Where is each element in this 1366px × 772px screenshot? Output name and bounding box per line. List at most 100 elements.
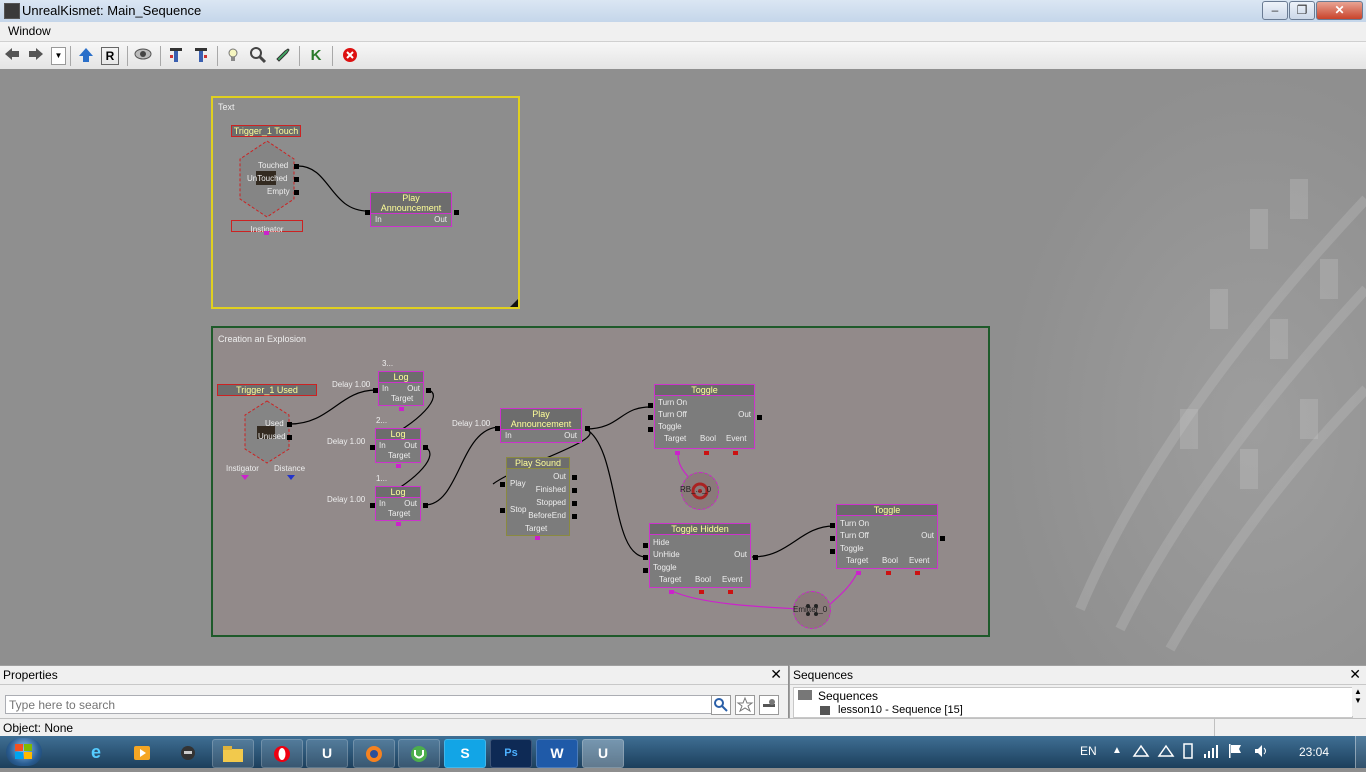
parent-sequence-icon[interactable] [76, 46, 96, 66]
play-announcement-node-1[interactable]: Play Announcement In Out [370, 192, 452, 227]
toggle-hidden-node[interactable]: Toggle Hidden Hide UnHide Toggle Out Tar… [649, 523, 751, 588]
input-port[interactable] [370, 503, 375, 508]
game-icon[interactable] [168, 739, 208, 766]
input-port[interactable] [365, 210, 370, 215]
input-port[interactable] [643, 555, 648, 560]
input-port[interactable] [370, 445, 375, 450]
utorrent-icon[interactable] [398, 739, 440, 768]
tray-app-icon[interactable] [1157, 743, 1175, 759]
minimize-button[interactable]: ‒ [1262, 1, 1288, 20]
unreal-editor-icon[interactable]: U [582, 739, 624, 768]
media-player-icon[interactable] [122, 739, 162, 766]
output-port[interactable] [585, 426, 590, 431]
stop-icon[interactable] [340, 46, 360, 66]
visibility-eye-icon[interactable] [133, 46, 153, 66]
search-icon[interactable] [711, 695, 731, 715]
input-port[interactable] [643, 543, 648, 548]
variable-port[interactable] [264, 231, 269, 235]
variable-port[interactable] [669, 590, 674, 594]
input-port[interactable] [648, 427, 653, 432]
kismet-canvas[interactable]: Text Creation an Explosion Trigger_1 Tou… [0, 69, 1366, 665]
close-icon[interactable]: ✕ [1349, 666, 1361, 683]
variable-port[interactable] [856, 571, 861, 575]
input-port[interactable] [830, 549, 835, 554]
log-node-3[interactable]: Log In Out Target [375, 486, 421, 521]
lightbulb-icon[interactable] [223, 46, 243, 66]
toggle-node-1[interactable]: Toggle Turn On Turn Off Toggle Out Targe… [654, 384, 755, 449]
dropdown-icon[interactable]: ▼ [51, 47, 66, 65]
output-port[interactable] [287, 435, 292, 440]
favorites-star-icon[interactable] [735, 695, 755, 715]
close-button[interactable]: ✕ [1316, 1, 1363, 20]
log-node-1[interactable]: Log In Out Target [378, 371, 424, 406]
variable-port[interactable] [886, 571, 891, 575]
toggle-node-2[interactable]: Toggle Turn On Turn Off Toggle Out Targe… [836, 504, 938, 569]
input-port[interactable] [500, 508, 505, 513]
close-icon[interactable]: ✕ [770, 666, 782, 683]
show-hidden-icons-icon[interactable]: ▲ [1112, 745, 1122, 756]
output-port[interactable] [294, 177, 299, 182]
input-port[interactable] [500, 482, 505, 487]
forward-arrow-icon[interactable] [26, 46, 46, 66]
skype-icon[interactable]: S [444, 739, 486, 768]
language-indicator[interactable]: EN [1080, 744, 1097, 758]
trigger-used-event[interactable]: Trigger_1 Used [217, 384, 317, 396]
output-port[interactable] [572, 475, 577, 480]
output-port[interactable] [426, 388, 431, 393]
input-port[interactable] [830, 523, 835, 528]
trigger-touch-event[interactable]: Trigger_1 Touch [231, 125, 301, 137]
search-down-icon[interactable] [191, 46, 211, 66]
search-up-icon[interactable] [166, 46, 186, 66]
play-sound-node[interactable]: Play Sound Play Stop Out Finished Stoppe… [506, 457, 570, 536]
rename-icon[interactable]: R [101, 47, 119, 65]
variable-port[interactable] [396, 522, 401, 526]
photoshop-icon[interactable]: Ps [490, 739, 532, 768]
input-port[interactable] [373, 388, 378, 393]
variable-port[interactable] [399, 407, 404, 411]
folder-icon[interactable] [212, 739, 254, 768]
kismet-k-icon[interactable]: K [306, 46, 326, 66]
clock[interactable]: 23:04 [1299, 745, 1329, 759]
back-arrow-icon[interactable] [2, 46, 22, 66]
output-port[interactable] [572, 514, 577, 519]
input-port[interactable] [648, 403, 653, 408]
tray-app-icon[interactable] [1132, 743, 1150, 759]
variable-port[interactable] [535, 536, 540, 540]
tree-child-item[interactable]: lesson10 - Sequence [15] [838, 704, 963, 716]
zoom-icon[interactable] [248, 46, 268, 66]
word-icon[interactable]: W [536, 739, 578, 768]
start-button[interactable] [6, 738, 42, 766]
settings-icon[interactable] [759, 695, 779, 715]
variable-port[interactable] [733, 451, 738, 455]
output-port[interactable] [454, 210, 459, 215]
maximize-button[interactable]: ❐ [1289, 1, 1315, 20]
menu-window[interactable]: Window [8, 24, 51, 38]
tree-root-item[interactable]: Sequences [818, 689, 878, 703]
action-center-flag-icon[interactable] [1227, 743, 1243, 759]
show-desktop-button[interactable] [1355, 736, 1366, 768]
variable-port[interactable] [396, 464, 401, 468]
output-port[interactable] [287, 422, 292, 427]
variable-port[interactable] [704, 451, 709, 455]
variable-port[interactable] [699, 590, 704, 594]
firefox-icon[interactable] [353, 739, 395, 768]
output-port[interactable] [423, 503, 428, 508]
network-signal-icon[interactable] [1203, 743, 1219, 759]
volume-icon[interactable] [1253, 743, 1269, 759]
input-port[interactable] [643, 568, 648, 573]
wrench-icon[interactable] [273, 46, 293, 66]
variable-port[interactable] [915, 571, 920, 575]
output-port[interactable] [753, 555, 758, 560]
output-port[interactable] [423, 445, 428, 450]
output-port[interactable] [572, 488, 577, 493]
input-port[interactable] [495, 426, 500, 431]
output-port[interactable] [572, 501, 577, 506]
input-port[interactable] [830, 536, 835, 541]
properties-search-input[interactable] [5, 695, 713, 714]
scrollbar[interactable]: ▲ ▼ [1352, 687, 1364, 716]
log-node-2[interactable]: Log In Out Target [375, 428, 421, 463]
output-port[interactable] [294, 164, 299, 169]
play-announcement-node-2[interactable]: Play Announcement In Out [500, 408, 582, 443]
usb-device-icon[interactable] [1181, 743, 1195, 759]
output-port[interactable] [294, 190, 299, 195]
